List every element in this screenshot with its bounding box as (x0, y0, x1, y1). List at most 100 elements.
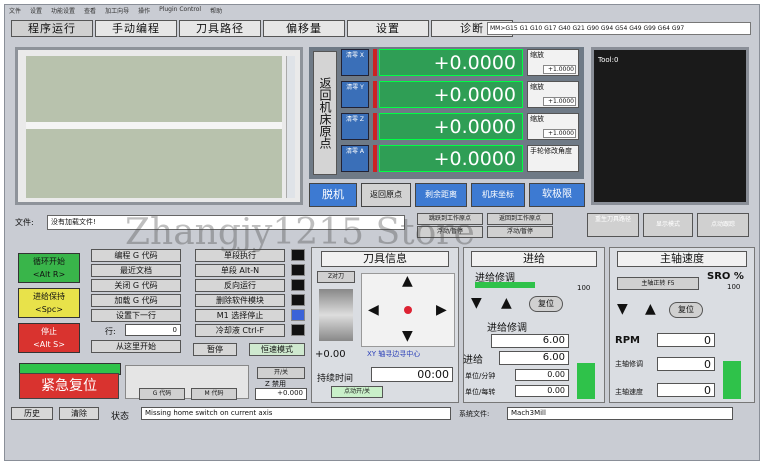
soft-limits-button[interactable]: 软极限 (529, 183, 585, 207)
edit-gcode-button[interactable]: 编程 G 代码 (91, 249, 181, 262)
dro-z-value[interactable]: +0.0000 (379, 113, 523, 140)
menu-wizard[interactable]: 加工向导 (105, 6, 129, 17)
mpg-modify-angle: 手轮修改角度 (527, 145, 579, 172)
jog-follow-button[interactable]: 点动跟踪 (697, 213, 749, 237)
mach3-window: 文件 设置 功能设置 查看 加工向导 操作 Plugin Control 帮助 … (4, 4, 760, 461)
spindle-reset-button[interactable]: 复位 (669, 302, 703, 318)
dro-y-value[interactable]: +0.0000 (379, 81, 523, 108)
jog-pause-button-b[interactable]: 浮动/暂停 (487, 226, 553, 238)
file-path-field: 没有加载文件! (47, 215, 405, 230)
tab-offsets[interactable]: 偏移量 (263, 20, 345, 37)
arrow-y-minus-icon[interactable]: ▼ (402, 328, 413, 344)
dro-a-value[interactable]: +0.0000 (379, 145, 523, 172)
screen-tabs: 程序运行 手动编程 刀具路径 偏移量 设置 诊断 (11, 20, 515, 37)
ref-home-button[interactable]: 返回原点 (361, 183, 411, 207)
return-work-zero-button[interactable]: 返回到工作原点 (487, 213, 553, 225)
m1-optional-stop-button[interactable]: M1 选择停止 (195, 309, 285, 322)
z-inhibit-value[interactable]: +0.000 (255, 388, 307, 400)
spindle-cw-button[interactable]: 主轴正转 F5 (617, 277, 699, 290)
mcodes-button[interactable]: M 代码 (191, 388, 237, 400)
feed-rate-value[interactable]: 6.00 (499, 351, 569, 365)
z-touch-off-button[interactable]: Z对刀 (317, 271, 355, 283)
gcode-display (15, 47, 303, 205)
current-line-highlight (26, 122, 282, 129)
tab-toolpath[interactable]: 刀具路径 (179, 20, 261, 37)
feed-down-icon[interactable]: ▼ (471, 295, 482, 311)
machine-coords-button[interactable]: 机床坐标 (471, 183, 525, 207)
feed-reset-button[interactable]: 复位 (529, 296, 563, 312)
spindle-override-value: 0 (657, 357, 715, 371)
arrow-x-minus-icon[interactable]: ◀ (368, 302, 379, 318)
status-bar: 历史 清除 状态 Missing home switch on current … (7, 405, 751, 435)
gcode-list[interactable] (26, 56, 282, 198)
z-inhibit-toggle[interactable]: 开/关 (257, 367, 305, 379)
menu-plugin[interactable]: Plugin Control (159, 6, 201, 17)
load-gcode-button[interactable]: 加载 G 代码 (91, 294, 181, 307)
feed-override-value[interactable]: 6.00 (491, 334, 569, 348)
history-button[interactable]: 历史 (11, 407, 53, 420)
run-from-here-button[interactable]: 从这里开始 (91, 340, 181, 353)
menu-help[interactable]: 帮助 (210, 6, 222, 17)
menu-file[interactable]: 文件 (9, 6, 21, 17)
tab-program-run[interactable]: 程序运行 (11, 20, 93, 37)
block-delete-button[interactable]: 删除软件模块 (195, 294, 285, 307)
reverse-run-button[interactable]: 反向运行 (195, 279, 285, 292)
zero-a-button[interactable]: 清零 A (341, 145, 369, 172)
cycle-start-button[interactable]: 循环开始 <Alt R> (18, 253, 80, 283)
stop-button[interactable]: 停止 <Alt S> (18, 323, 80, 353)
gcodes-button[interactable]: G 代码 (139, 388, 185, 400)
tab-mdi[interactable]: 手动编程 (95, 20, 177, 37)
menu-view[interactable]: 查看 (84, 6, 96, 17)
goto-work-zero-button[interactable]: 跳跃到工作原点 (417, 213, 483, 225)
arrow-y-plus-icon[interactable]: ▲ (402, 273, 413, 289)
scale-z-value[interactable]: +1.0000 (543, 129, 576, 138)
stop-key: <Alt S> (33, 340, 65, 349)
recent-file-button[interactable]: 最近文档 (91, 264, 181, 277)
feed-level-bar (577, 363, 595, 399)
emergency-reset-button[interactable]: 紧急复位 (19, 373, 119, 399)
zero-x-button[interactable]: 清零 X (341, 49, 369, 76)
spindle-up-icon[interactable]: ▲ (645, 301, 656, 317)
scale-x-label: 缩放 (530, 51, 544, 59)
offline-button[interactable]: 脱机 (309, 183, 357, 207)
zero-z-button[interactable]: 清零 Z (341, 113, 369, 140)
clear-button[interactable]: 清除 (59, 407, 99, 420)
flood-ctrl-f-button[interactable]: 冷却液 Ctrl-F (195, 324, 285, 337)
ref-all-home-button[interactable]: 返回机床原点 (313, 51, 337, 175)
regen-toolpath-button[interactable]: 重生刀具路径 (587, 213, 639, 237)
scale-x: 缩放 +1.0000 (527, 49, 579, 76)
jog-pause-button-a[interactable]: 浮动/暂停 (417, 226, 483, 238)
gcode-scrollbar[interactable] (286, 56, 295, 198)
menu-operator[interactable]: 操作 (138, 6, 150, 17)
scale-x-value[interactable]: +1.0000 (543, 65, 576, 74)
arrow-x-plus-icon[interactable]: ▶ (436, 302, 447, 318)
single-block-button[interactable]: 单段执行 (195, 249, 285, 262)
feed-hold-key: <Spc> (35, 305, 63, 314)
menu-function-config[interactable]: 功能设置 (51, 6, 75, 17)
display-mode-button[interactable]: 显示模式 (643, 213, 693, 237)
tab-settings[interactable]: 设置 (347, 20, 429, 37)
spindle-speed-value[interactable]: 0 (657, 383, 715, 397)
rpm-label: RPM (615, 335, 640, 346)
jog-toggle-button[interactable]: 点动开/关 (331, 386, 383, 398)
close-gcode-button[interactable]: 关闭 G 代码 (91, 279, 181, 292)
cycle-start-key: <Alt R> (32, 270, 66, 279)
spindle-override-label: 主轴修调 (615, 360, 643, 368)
set-next-line-button[interactable]: 设置下一行 (91, 309, 181, 322)
feed-hold-button[interactable]: 进给保持 <Spc> (18, 288, 80, 318)
feed-up-icon[interactable]: ▲ (501, 295, 512, 311)
tool-image (319, 289, 353, 341)
constant-velocity-button[interactable]: 恒速模式 (249, 343, 305, 356)
line-number-field[interactable]: 0 (125, 324, 181, 336)
dro-x-value[interactable]: +0.0000 (379, 49, 523, 76)
distance-to-go-button[interactable]: 剩余距离 (415, 183, 467, 207)
menu-config[interactable]: 设置 (30, 6, 42, 17)
single-alt-n-button[interactable]: 单段 Alt-N (195, 264, 285, 277)
pause-button[interactable]: 暂停 (193, 343, 237, 356)
dro-panel: 返回机床原点 清零 X +0.0000 缩放 +1.0000 清零 Y +0.00… (309, 47, 584, 179)
feed-override-label-2: 进给修调 (487, 323, 527, 334)
zero-y-button[interactable]: 清零 Y (341, 81, 369, 108)
scale-z: 缩放 +1.0000 (527, 113, 579, 140)
spindle-down-icon[interactable]: ▼ (617, 301, 628, 317)
scale-y-value[interactable]: +1.0000 (543, 97, 576, 106)
